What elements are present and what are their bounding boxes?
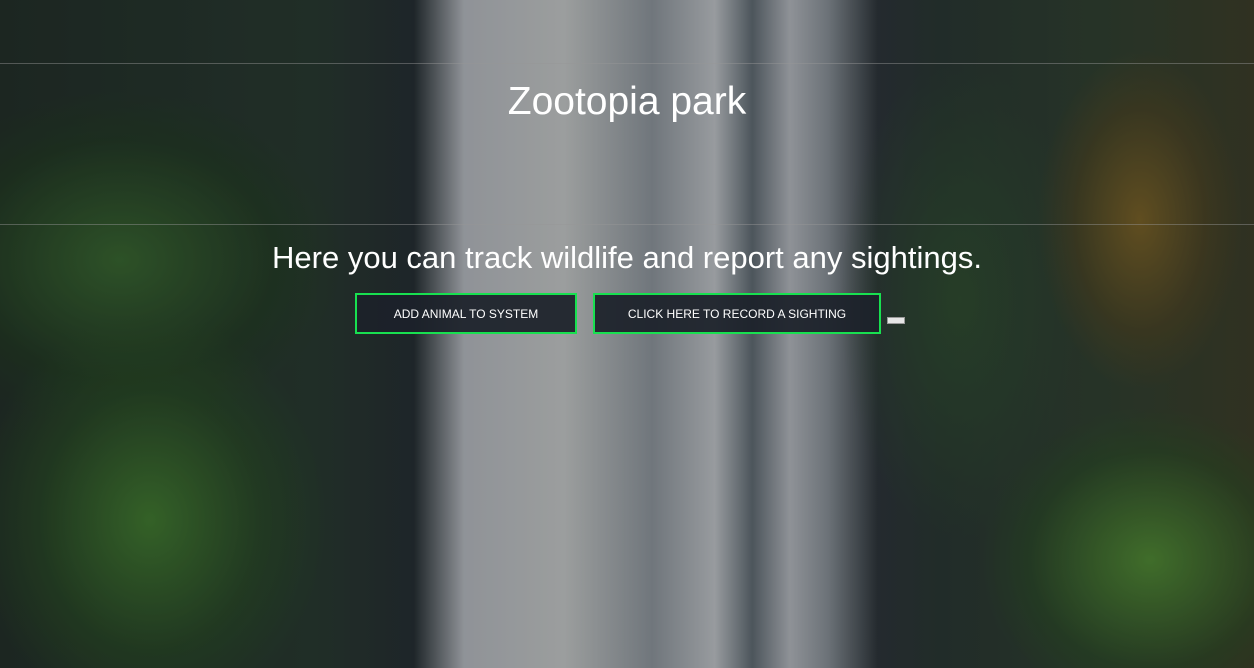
divider-top — [0, 63, 1254, 64]
divider-bottom — [0, 224, 1254, 225]
add-animal-button[interactable]: ADD ANIMAL TO SYSTEM — [355, 293, 577, 334]
record-sighting-button[interactable]: CLICK HERE TO RECORD A SIGHTING — [593, 293, 881, 334]
page-title: Zootopia park — [507, 80, 747, 123]
small-button[interactable] — [887, 317, 905, 324]
page-subtitle: Here you can track wildlife and report a… — [272, 240, 982, 275]
